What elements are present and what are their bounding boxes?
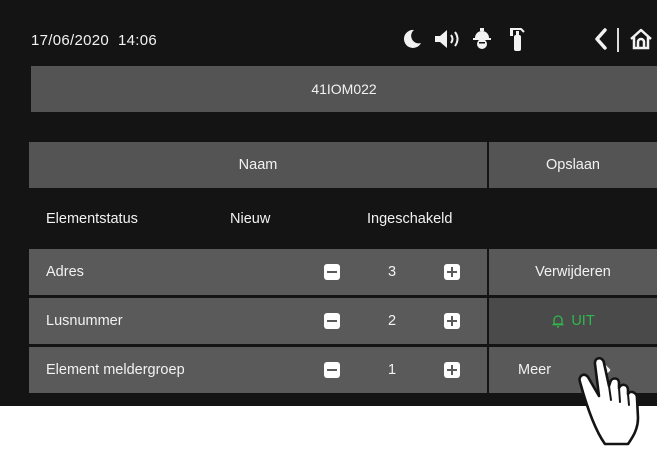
off-button-label: UIT [571,313,595,329]
more-button-label: Meer [518,362,552,378]
save-button[interactable]: Opslaan [489,142,657,188]
element-enabled-status: Ingeschakeld [367,211,453,227]
date-text: 17/06/2020 [31,32,110,49]
name-button[interactable]: Naam [29,142,487,188]
device-id-bar: 41IOM022 [31,66,657,112]
element-status-label: Elementstatus [46,211,138,227]
speaker-icon[interactable] [432,24,468,54]
bell-icon [552,315,564,328]
address-plus-button[interactable] [444,264,460,280]
param-row-address: Adres 3 Verwijderen [0,249,657,295]
address-minus-button[interactable] [324,264,340,280]
status-bar: 17/06/2020 14:06 [0,0,657,64]
device-id: 41IOM022 [311,81,377,97]
off-button[interactable]: UIT [489,298,657,344]
loop-number-minus-button[interactable] [324,313,340,329]
element-group-param: Element meldergroep 1 [29,347,487,393]
element-group-minus-button[interactable] [324,362,340,378]
off-button-content: UIT [551,313,595,329]
fire-extinguisher-icon[interactable] [507,24,527,54]
loop-number-param: Lusnummer 2 [29,298,487,344]
address-value: 3 [387,264,397,280]
pointing-hand-icon [572,352,652,457]
param-row-group: Element meldergroep 1 Meer [0,347,657,393]
loop-number-label: Lusnummer [46,313,123,329]
home-icon[interactable] [628,24,654,54]
moon-icon[interactable] [399,24,425,54]
datetime: 17/06/2020 14:06 [31,32,157,49]
param-row-loop: Lusnummer 2 UIT [0,298,657,344]
fire-service-icon[interactable] [470,24,494,54]
element-group-plus-button[interactable] [444,362,460,378]
loop-number-plus-button[interactable] [444,313,460,329]
element-group-label: Element meldergroep [46,362,185,378]
element-status-state: Nieuw [230,211,271,227]
back-icon[interactable] [592,24,610,54]
delete-button[interactable]: Verwijderen [489,249,657,295]
loop-number-value: 2 [387,313,397,329]
name-button-label: Naam [238,157,278,173]
time-text: 14:06 [118,32,158,49]
icon-separator [617,28,619,52]
address-param: Adres 3 [29,249,487,295]
panel-screen: 17/06/2020 14:06 41IOM022 Naam Opslaan E… [0,0,657,406]
address-label: Adres [46,264,84,280]
save-button-label: Opslaan [545,157,600,173]
delete-button-label: Verwijderen [535,264,611,280]
name-row: Naam Opslaan [0,142,657,188]
element-group-value: 1 [387,362,397,378]
